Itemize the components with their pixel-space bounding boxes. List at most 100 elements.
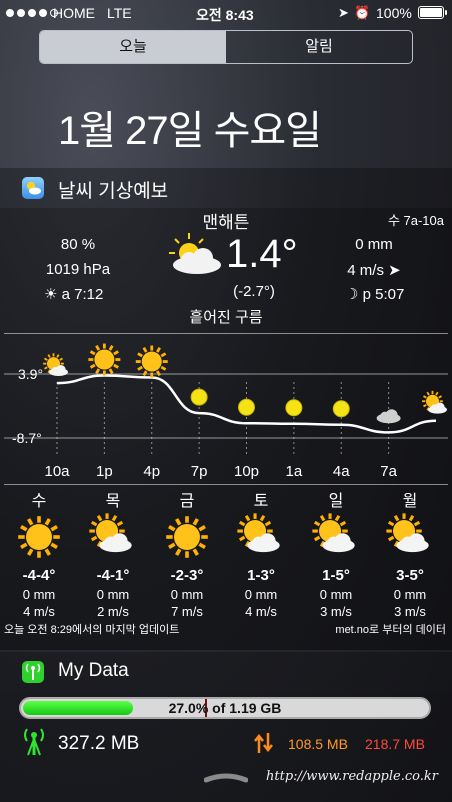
forecast-day-name: 금 <box>179 493 195 510</box>
current-temperature: 1.4° <box>226 232 298 276</box>
mydata-widget-header[interactable]: My Data <box>0 652 452 692</box>
partly-cloudy-icon <box>43 353 68 377</box>
sun-icon <box>88 343 121 376</box>
humidity: 80 % <box>60 236 96 253</box>
carrier-label: HOME <box>53 5 95 21</box>
tab-today[interactable]: 오늘 <box>40 31 226 63</box>
tab-notifications[interactable]: 알림 <box>226 31 412 63</box>
battery-icon <box>418 6 447 19</box>
forecast-temp: 1-3° <box>247 567 275 584</box>
total-usage: 327.2 MB <box>58 733 140 754</box>
mydata-app-icon <box>22 661 44 683</box>
last-updated: 오늘 오전 8:29에서의 마지막 업데이트 <box>4 624 180 636</box>
signal-strength-icon <box>6 9 58 17</box>
forecast-precip: 0 mm <box>22 587 56 602</box>
divider <box>4 484 448 485</box>
x-tick-label: 1p <box>96 463 113 480</box>
moon-icon: ☽ <box>345 286 359 303</box>
location-name: 맨해튼 <box>202 213 250 232</box>
forecast-temp: 1-5° <box>322 567 350 584</box>
usage-text: 27.0% of 1.19 GB <box>168 700 282 716</box>
sun-icon <box>135 345 168 378</box>
moon-icon <box>238 398 255 416</box>
forecast-wind: 2 m/s <box>97 604 129 619</box>
partly-cloudy-icon <box>312 513 355 553</box>
weather-app-icon <box>22 177 44 199</box>
forecast-precip: 0 mm <box>170 587 204 602</box>
status-bar: HOME LTE 오전 8:43 ➤ ⏰ 100% <box>0 0 452 26</box>
location-arrow-icon: ➤ <box>338 5 349 20</box>
battery-percent: 100% <box>376 5 412 21</box>
mydata-widget-title: My Data <box>58 660 129 681</box>
x-tick-label: 4p <box>143 463 160 480</box>
moon-icon <box>285 399 303 417</box>
forecast-wind: 4 m/s <box>23 604 55 619</box>
forecast-wind: 3 m/s <box>320 604 352 619</box>
forecast-day-name: 토 <box>253 493 269 510</box>
sunrise-time: a 7:12 <box>61 286 104 303</box>
forecast-range: 수 7a-10a <box>387 213 444 228</box>
condition-text: 흩어진 구름 <box>189 309 263 326</box>
forecast-icon <box>237 513 280 553</box>
x-tick-label: 7a <box>380 463 397 480</box>
weather-widget-title: 날씨 기상예보 <box>58 181 169 202</box>
alarm-icon: ⏰ <box>354 5 371 20</box>
data-source: met.no로 부터의 데이터 <box>335 624 446 636</box>
forecast-wind: 7 m/s <box>171 604 203 619</box>
forecast-precip: 0 mm <box>244 587 278 602</box>
y-min-label: -8.7° <box>12 430 42 446</box>
watermark: http://www.redapple.co.kr <box>266 769 438 784</box>
partly-cloudy-icon <box>386 513 429 553</box>
feels-like: (-2.7°) <box>233 283 275 300</box>
today-notifications-tabs: 오늘 알림 <box>39 30 413 64</box>
forecast-icon <box>386 513 429 553</box>
y-max-label: 3.9° <box>18 366 43 382</box>
up-down-arrows-icon <box>254 733 273 753</box>
sunrise-icon: ☀ <box>44 286 58 303</box>
forecast-icon <box>166 516 208 558</box>
network-label: LTE <box>107 5 132 21</box>
forecast-icon <box>89 513 132 553</box>
date-heading: 1월 27일 수요일 <box>58 109 322 153</box>
wind: 4 m/s ➤ <box>347 262 401 279</box>
forecast-temp: -4-4° <box>22 567 56 584</box>
antenna-icon <box>24 728 44 756</box>
forecast-day-name: 수 <box>31 493 47 510</box>
sun-icon <box>166 516 208 558</box>
hourly-temperature-chart: 3.9° -8.7° 10a 1p 4p 7p 10p 1a 4a 7a <box>4 343 448 480</box>
forecast-day-name: 월 <box>402 493 418 510</box>
clock: 오전 8:43 <box>196 7 254 23</box>
moonset-time: p 5:07 <box>362 286 405 303</box>
moon-icon <box>332 400 350 418</box>
upload-usage: 218.7 MB <box>365 736 425 752</box>
x-tick-label: 10p <box>234 463 259 480</box>
sun-icon <box>18 516 60 558</box>
pull-handle-icon[interactable] <box>204 770 248 784</box>
forecast-temp: -2-3° <box>170 567 204 584</box>
forecast-day-name: 일 <box>328 493 344 510</box>
partly-cloudy-icon <box>237 513 280 553</box>
forecast-precip: 0 mm <box>393 587 427 602</box>
forecast-wind: 4 m/s <box>245 604 277 619</box>
partly-sunny-icon <box>422 390 447 414</box>
forecast-precip: 0 mm <box>319 587 353 602</box>
forecast-wind: 3 m/s <box>394 604 426 619</box>
forecast-precip: 0 mm <box>96 587 130 602</box>
sunrise: ☀ a 7:12 <box>44 285 103 303</box>
x-tick-label: 7p <box>191 463 208 480</box>
forecast-temp: -4-1° <box>96 567 130 584</box>
forecast-icon <box>18 516 60 558</box>
weather-widget-header[interactable]: 날씨 기상예보 <box>0 168 452 208</box>
partly-cloudy-icon <box>89 513 132 553</box>
x-tick-label: 1a <box>286 463 303 480</box>
x-tick-label: 4a <box>333 463 350 480</box>
data-usage-bar: 27.0% of 1.19 GB <box>19 697 431 719</box>
download-usage: 108.5 MB <box>288 736 348 752</box>
forecast-temp: 3-5° <box>396 567 424 584</box>
cloud-icon <box>376 409 401 424</box>
x-tick-label: 10a <box>44 463 70 480</box>
forecast-icon <box>312 513 355 553</box>
moon-icon <box>190 388 208 406</box>
forecast-day-name: 목 <box>105 493 121 510</box>
pressure: 1019 hPa <box>45 261 111 278</box>
